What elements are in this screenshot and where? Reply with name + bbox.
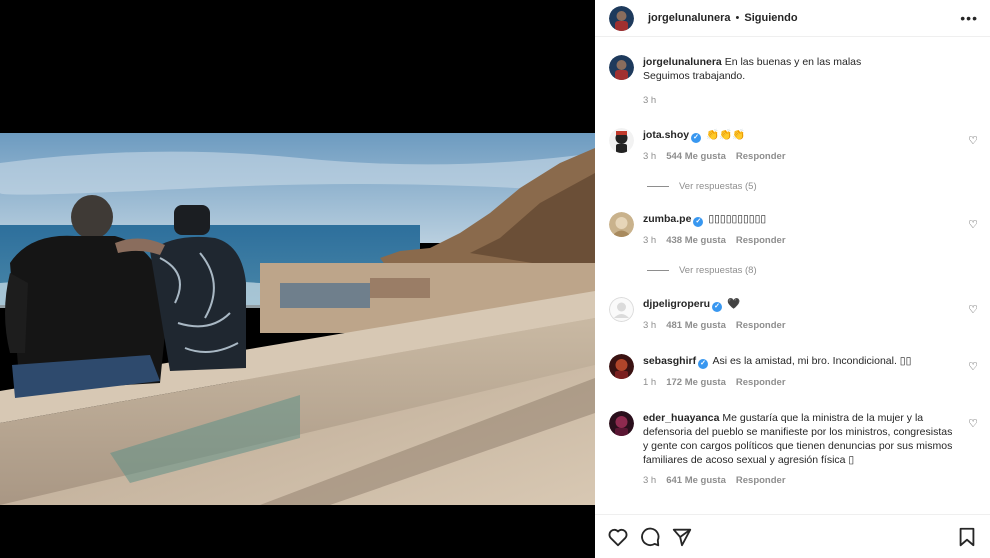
comment-time: 3 h <box>643 151 657 162</box>
share-icon[interactable] <box>671 526 693 548</box>
comment-time: 3 h <box>643 475 657 486</box>
caption-meta: 3 h <box>643 95 982 106</box>
comment-text: zumba.pe ✓ ▯▯▯▯▯▯▯▯▯▯ <box>643 212 960 227</box>
verified-badge-icon: ✓ <box>691 133 702 143</box>
comment-like-icon[interactable]: ♡ <box>968 360 978 373</box>
follow-status-button[interactable]: Siguiendo <box>744 12 797 24</box>
buildings <box>280 283 370 308</box>
comment-time: 3 h <box>643 320 657 331</box>
author-username[interactable]: jorgelunalunera <box>648 12 731 24</box>
header-separator: • <box>735 12 740 24</box>
comment-time: 3 h <box>643 235 657 246</box>
commenter-avatar[interactable] <box>609 297 634 322</box>
reply-button[interactable]: Responder <box>736 151 786 162</box>
comment: djpeligroperu ✓ 🖤 3 h 481 Me gusta Respon… <box>609 297 982 331</box>
comment-like-icon[interactable]: ♡ <box>968 218 978 231</box>
post-header: jorgelunalunera • Siguiendo ••• <box>595 0 990 37</box>
comment-username[interactable]: sebasghirf <box>643 355 696 367</box>
comment-icon[interactable] <box>639 526 661 548</box>
caption-username[interactable]: jorgelunalunera <box>643 56 722 68</box>
comment: sebasghirf ✓ Asi es la amistad, mi bro. I… <box>609 354 982 388</box>
reply-button[interactable]: Responder <box>736 235 786 246</box>
comment-meta: 3 h 544 Me gusta Responder <box>643 151 982 162</box>
verified-badge-icon: ✓ <box>712 302 723 312</box>
comment-username[interactable]: djpeligroperu <box>643 298 710 310</box>
more-options-icon[interactable]: ••• <box>960 11 978 25</box>
comment-like-icon[interactable]: ♡ <box>968 134 978 147</box>
reply-button[interactable]: Responder <box>736 320 786 331</box>
comment-meta: 3 h 438 Me gusta Responder <box>643 235 982 246</box>
comment: jota.shoy ✓ 👏👏👏 3 h 544 Me gusta Responde… <box>609 128 982 162</box>
comment-likes[interactable]: 438 Me gusta <box>666 235 726 246</box>
comment-meta: 3 h 641 Me gusta Responder <box>643 475 982 486</box>
comment-username[interactable]: zumba.pe <box>643 213 691 225</box>
comment-likes[interactable]: 544 Me gusta <box>666 151 726 162</box>
caption-line-2: Seguimos trabajando. <box>643 70 746 82</box>
comment: eder_huayanca Me gustaría que la ministr… <box>609 411 982 486</box>
building-2 <box>370 278 430 298</box>
comment-time: 1 h <box>643 377 657 388</box>
author-avatar[interactable] <box>609 5 634 31</box>
post-actions-bar <box>595 514 990 558</box>
view-replies-button[interactable]: Ver respuestas (5) <box>647 181 757 192</box>
comment-likes[interactable]: 641 Me gusta <box>666 475 726 486</box>
comment-text: sebasghirf ✓ Asi es la amistad, mi bro. I… <box>643 354 960 369</box>
comments-list[interactable]: jorgelunalunera En las buenas y en las m… <box>595 38 990 514</box>
post-media[interactable] <box>0 0 595 558</box>
comment-text: jota.shoy ✓ 👏👏👏 <box>643 128 960 143</box>
reply-button[interactable]: Responder <box>736 377 786 388</box>
caption-time: 3 h <box>643 95 657 106</box>
comments-panel: jorgelunalunera • Siguiendo ••• jorgelun… <box>595 0 990 558</box>
heart-icon[interactable] <box>607 526 629 548</box>
caption: jorgelunalunera En las buenas y en las m… <box>609 55 982 106</box>
replies-line <box>647 270 669 271</box>
caption-text: jorgelunalunera En las buenas y en las m… <box>643 55 960 83</box>
comment-text: eder_huayanca Me gustaría que la ministr… <box>643 411 960 467</box>
verified-badge-icon: ✓ <box>698 359 709 369</box>
instagram-post-view: jorgelunalunera • Siguiendo ••• jorgelun… <box>0 0 990 558</box>
comment-content: Asi es la amistad, mi bro. Incondicional… <box>712 355 912 367</box>
commenter-avatar[interactable] <box>609 411 634 436</box>
comment-text: djpeligroperu ✓ 🖤 <box>643 297 960 312</box>
view-replies-label[interactable]: Ver respuestas (8) <box>679 265 757 276</box>
commenter-avatar[interactable] <box>609 354 634 379</box>
comment-content: 🖤 <box>727 298 741 310</box>
caption-avatar[interactable] <box>609 55 634 80</box>
comment-likes[interactable]: 481 Me gusta <box>666 320 726 331</box>
comment-meta: 3 h 481 Me gusta Responder <box>643 320 982 331</box>
comment: zumba.pe ✓ ▯▯▯▯▯▯▯▯▯▯ 3 h 438 Me gusta Re… <box>609 212 982 246</box>
comment-like-icon[interactable]: ♡ <box>968 303 978 316</box>
post-photo <box>0 133 595 505</box>
comment-likes[interactable]: 172 Me gusta <box>666 377 726 388</box>
caption-line-1: En las buenas y en las malas <box>724 56 862 68</box>
view-replies-button[interactable]: Ver respuestas (8) <box>647 265 757 276</box>
reply-button[interactable]: Responder <box>736 475 786 486</box>
bookmark-icon[interactable] <box>956 526 978 548</box>
replies-line <box>647 186 669 187</box>
verified-badge-icon: ✓ <box>693 217 704 227</box>
comment-username[interactable]: jota.shoy <box>643 129 689 141</box>
comment-content: ▯▯▯▯▯▯▯▯▯▯ <box>708 213 767 225</box>
comment-meta: 1 h 172 Me gusta Responder <box>643 377 982 388</box>
commenter-avatar[interactable] <box>609 128 634 153</box>
comment-content: 👏👏👏 <box>706 129 746 141</box>
commenter-avatar[interactable] <box>609 212 634 237</box>
comment-username[interactable]: eder_huayanca <box>643 412 719 424</box>
view-replies-label[interactable]: Ver respuestas (5) <box>679 181 757 192</box>
comment-like-icon[interactable]: ♡ <box>968 417 978 430</box>
